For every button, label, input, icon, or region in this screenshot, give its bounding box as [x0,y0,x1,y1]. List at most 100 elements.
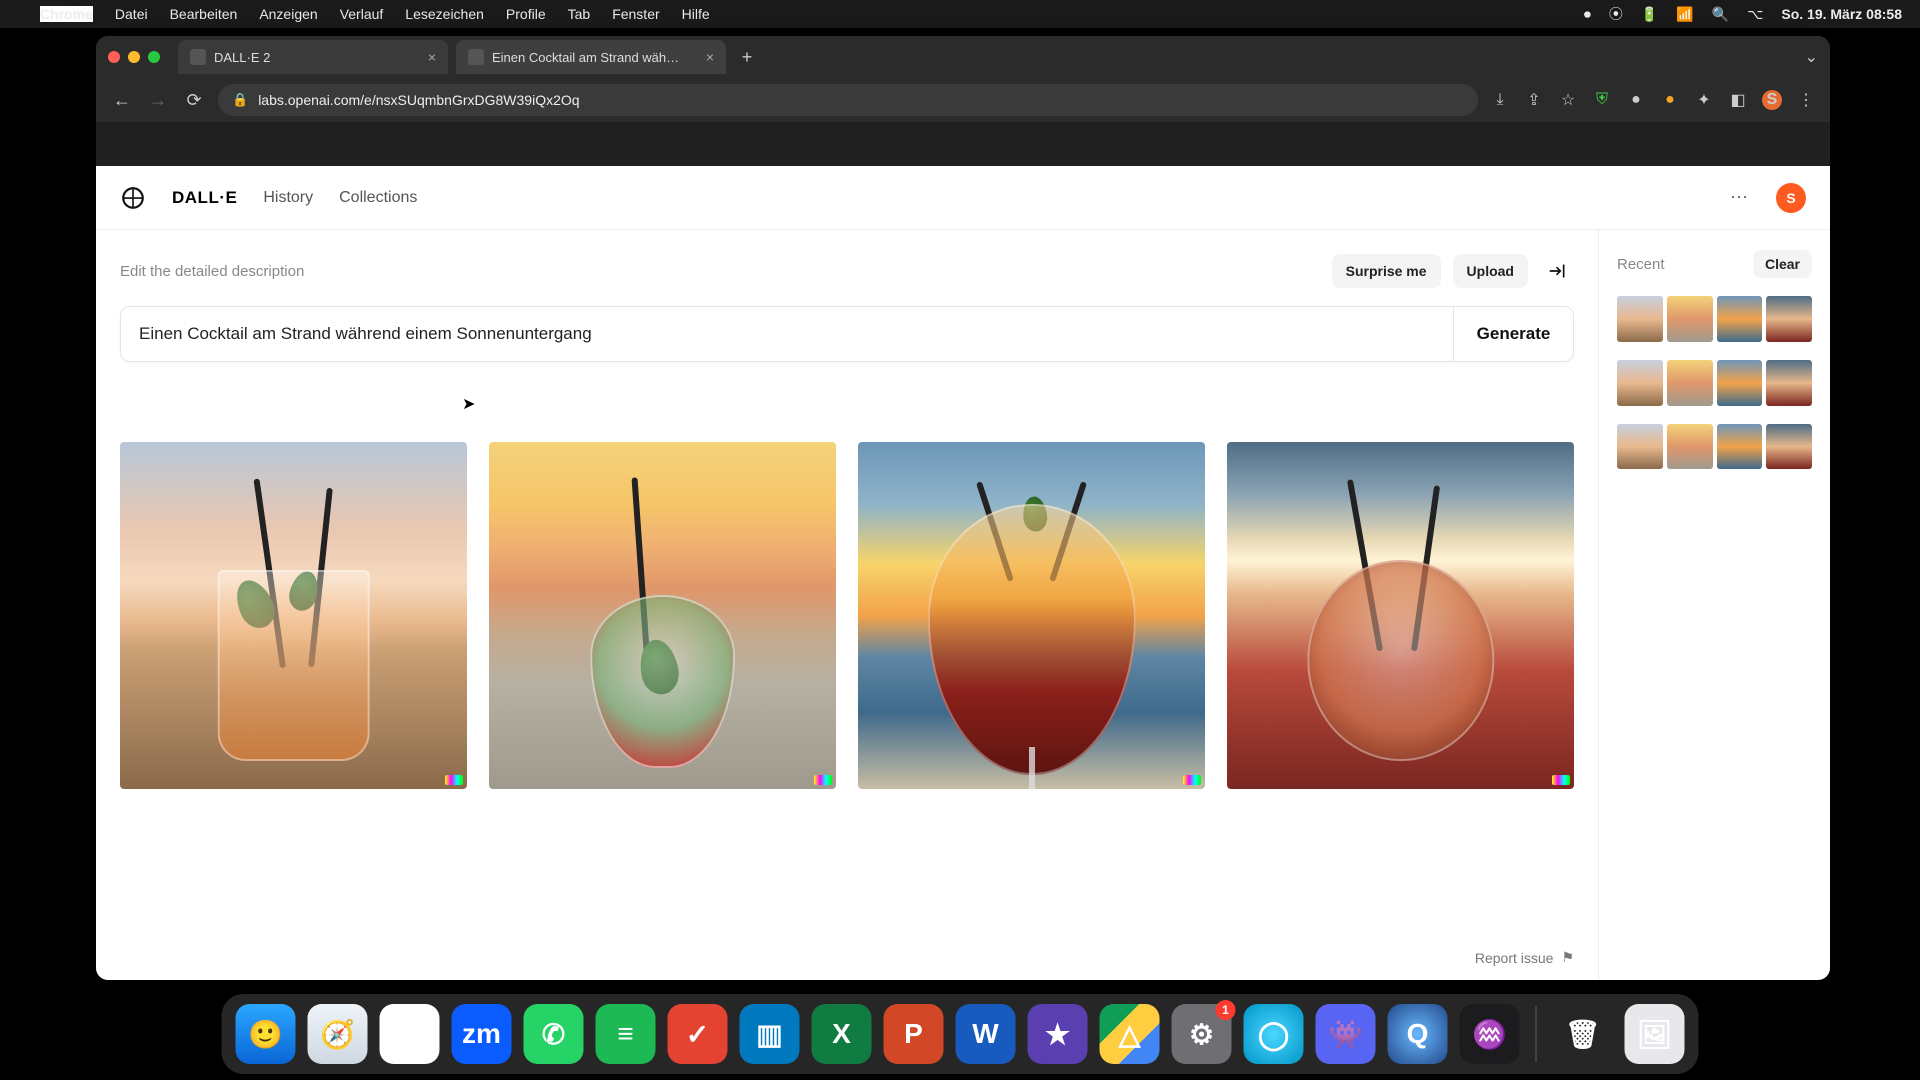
recent-thumb[interactable] [1667,360,1713,406]
dock-zoom-icon[interactable]: zm [452,1004,512,1064]
recent-thumb[interactable] [1667,296,1713,342]
dock-chrome-icon[interactable]: ◉ [380,1004,440,1064]
extensions-puzzle-icon[interactable]: ✦ [1694,90,1714,110]
cocktail-glass-icon [1307,560,1494,761]
tab-dalle2[interactable]: DALL·E 2 × [178,40,448,74]
dock-trello-icon[interactable]: ▥ [740,1004,800,1064]
menu-hilfe[interactable]: Hilfe [682,6,710,22]
share-icon[interactable]: ⇪ [1524,90,1544,110]
recent-thumb[interactable] [1617,296,1663,342]
recent-thumb[interactable] [1766,296,1812,342]
macos-dock: 🙂🧭◉zm✆≡✓▥XPW★△⚙1◯👾Q♒ 🗑🖼 [222,994,1699,1074]
minimize-window-icon[interactable] [128,51,140,63]
tab-close-icon[interactable]: × [706,49,714,65]
mouse-cursor-icon: ➤ [462,394,475,414]
close-window-icon[interactable] [108,51,120,63]
clear-button[interactable]: Clear [1753,250,1812,278]
dock-todoist-icon[interactable]: ✓ [668,1004,728,1064]
favicon-icon [190,49,206,65]
menu-datei[interactable]: Datei [115,6,148,22]
chrome-tabstrip: DALL·E 2 × Einen Cocktail am Strand wäh…… [96,36,1830,78]
dock-quicktime-icon[interactable]: Q [1388,1004,1448,1064]
dock-preview-icon[interactable]: 🖼 [1625,1004,1685,1064]
upload-button[interactable]: Upload [1453,254,1528,288]
back-button[interactable]: ← [110,90,134,111]
dock-discord-icon[interactable]: 👾 [1316,1004,1376,1064]
menu-anzeigen[interactable]: Anzeigen [259,6,317,22]
lock-icon: 🔒 [232,92,248,108]
app-wordmark[interactable]: DALL·E [172,188,237,208]
collapse-sidebar-icon[interactable] [1540,254,1574,288]
battery-icon[interactable]: 🔋 [1641,6,1658,23]
control-center-icon[interactable]: ⌥ [1747,6,1763,23]
report-issue-link[interactable]: Report issue ⚑ [1475,949,1574,966]
profile-avatar[interactable]: S [1762,90,1782,110]
generate-button[interactable]: Generate [1453,307,1573,361]
dock-spotify-icon[interactable]: ≡ [596,1004,656,1064]
recent-thumb[interactable] [1717,296,1763,342]
recent-thumb[interactable] [1617,424,1663,470]
new-tab-button[interactable]: + [734,44,760,70]
menubar-app-name[interactable]: Chrome [40,6,93,22]
nav-collections[interactable]: Collections [339,189,417,207]
recent-thumb[interactable] [1667,424,1713,470]
result-image-2[interactable] [489,442,836,789]
dock-powerpoint-icon[interactable]: P [884,1004,944,1064]
more-menu-icon[interactable]: ⋯ [1730,187,1750,208]
tabs-overflow-icon[interactable]: ⌄ [1805,47,1818,67]
prompt-input[interactable] [121,307,1453,361]
glass-stem-icon [1029,747,1035,789]
dock-finder-icon[interactable]: 🙂 [236,1004,296,1064]
record-icon[interactable]: ⏺ [1584,6,1591,23]
dock-whatsapp-icon[interactable]: ✆ [524,1004,584,1064]
favicon-icon [468,49,484,65]
address-bar[interactable]: 🔒 labs.openai.com/e/nsxSUqmbnGrxDG8W39iQ… [218,84,1478,116]
dock-trash-icon[interactable]: 🗑 [1553,1004,1613,1064]
surprise-me-button[interactable]: Surprise me [1332,254,1441,288]
menu-bearbeiten[interactable]: Bearbeiten [170,6,238,22]
dock-app-circle-icon[interactable]: ◯ [1244,1004,1304,1064]
tab-cocktail[interactable]: Einen Cocktail am Strand wäh… × [456,40,726,74]
dock-voice-memos-icon[interactable]: ♒ [1460,1004,1520,1064]
install-app-icon[interactable]: ⤓ [1490,90,1510,110]
recent-thumb[interactable] [1766,424,1812,470]
menu-lesezeichen[interactable]: Lesezeichen [405,6,484,22]
result-image-4[interactable] [1227,442,1574,789]
menubar-clock[interactable]: So. 19. März 08:58 [1781,6,1902,22]
sidepanel-icon[interactable]: ◧ [1728,90,1748,110]
extension-dot2-icon[interactable]: ● [1660,90,1680,110]
forward-button[interactable]: → [146,90,170,111]
user-avatar[interactable]: S [1776,183,1806,213]
reload-button[interactable]: ⟳ [182,90,206,111]
extension-dot1-icon[interactable]: ● [1626,90,1646,110]
tab-close-icon[interactable]: × [428,49,436,65]
bookmark-star-icon[interactable]: ☆ [1558,90,1578,110]
menu-tab[interactable]: Tab [568,6,591,22]
openai-logo-icon[interactable] [120,185,146,211]
menu-fenster[interactable]: Fenster [612,6,659,22]
menu-profile[interactable]: Profile [506,6,546,22]
screenrec-icon[interactable]: ⦿ [1609,4,1623,24]
menu-verlauf[interactable]: Verlauf [340,6,384,22]
wifi-icon[interactable]: 📶 [1676,6,1693,23]
recent-thumb[interactable] [1617,360,1663,406]
dock-excel-icon[interactable]: X [812,1004,872,1064]
result-image-3[interactable] [858,442,1205,789]
dock-safari-icon[interactable]: 🧭 [308,1004,368,1064]
chrome-toolbar: ← → ⟳ 🔒 labs.openai.com/e/nsxSUqmbnGrxDG… [96,78,1830,122]
spotlight-icon[interactable]: 🔍 [1712,6,1729,23]
recent-thumb[interactable] [1717,424,1763,470]
extension-shield-icon[interactable]: ⛨ [1592,90,1612,110]
recent-thumb[interactable] [1766,360,1812,406]
chrome-menu-icon[interactable]: ⋮ [1796,90,1816,110]
dock-imovie-icon[interactable]: ★ [1028,1004,1088,1064]
nav-history[interactable]: History [263,189,313,207]
result-image-1[interactable] [120,442,467,789]
dock-word-icon[interactable]: W [956,1004,1016,1064]
dalle-watermark-icon [445,775,463,785]
recent-thumb[interactable] [1717,360,1763,406]
recent-label: Recent [1617,256,1665,273]
zoom-window-icon[interactable] [148,51,160,63]
dock-settings-icon[interactable]: ⚙1 [1172,1004,1232,1064]
dock-drive-icon[interactable]: △ [1100,1004,1160,1064]
